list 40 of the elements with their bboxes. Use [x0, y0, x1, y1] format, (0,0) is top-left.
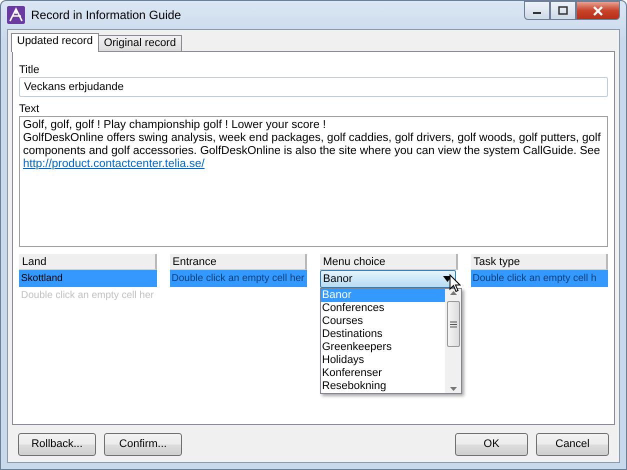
table-cell[interactable]: Double click an empty cell her — [170, 270, 307, 287]
dialog-button[interactable]: OK — [455, 433, 528, 456]
close-button[interactable] — [576, 1, 620, 20]
window-title: Record in Information Guide — [31, 7, 182, 24]
column-header[interactable]: Task type — [470, 254, 608, 270]
close-icon — [592, 6, 604, 16]
dropdown-option[interactable]: Courses — [321, 315, 445, 328]
combo-value: Banor — [323, 272, 352, 287]
dialog-button[interactable]: Rollback... — [18, 433, 96, 456]
title-input-field[interactable]: Veckans erbjudande — [19, 77, 608, 97]
column-header[interactable]: Land — [19, 254, 156, 270]
dropdown-option[interactable]: Konferenser — [321, 367, 445, 380]
column-header[interactable]: Entrance — [170, 254, 307, 270]
table-cell[interactable]: Double click an empty cell h — [470, 270, 608, 287]
table-cell[interactable]: Skottland — [19, 270, 156, 287]
dialog-button[interactable]: Cancel — [536, 433, 609, 456]
dropdown-option[interactable]: Resebokning — [321, 380, 445, 393]
grip-icon — [450, 320, 456, 328]
maximize-button[interactable] — [550, 1, 576, 20]
dropdown-option[interactable]: Destinations — [321, 328, 445, 341]
scrollbar[interactable] — [445, 289, 461, 393]
dropdown-option[interactable]: Conferences — [321, 302, 445, 315]
scroll-down-icon[interactable] — [450, 387, 456, 391]
text-paragraph: Golf, golf, golf ! Play championship golf ! Lower your score ! — [23, 119, 327, 132]
text-area-field[interactable] — [19, 116, 608, 247]
maximize-icon — [558, 6, 568, 15]
tab[interactable]: Original record — [98, 35, 182, 51]
minimize-button[interactable] — [524, 1, 550, 20]
dialog-button[interactable]: Confirm... — [104, 433, 182, 456]
dropdown-field[interactable]: Banor — [320, 270, 456, 288]
dropdown-option[interactable]: Greenkeepers — [321, 341, 445, 354]
field-label: Text — [19, 103, 40, 116]
scrollbar-thumb[interactable] — [446, 301, 460, 347]
text-paragraph: GolfDeskOnline offers swing analysis, week end packages, golf caddies, golf drivers, golf woods, golf putters, golf components and golf accessories. GolfDeskOnline is also the site where you can view the system CallGuide. See — [23, 132, 602, 158]
link[interactable]: http://product.contactcenter.telia.se/ — [23, 158, 205, 170]
tab[interactable]: Updated record — [11, 33, 99, 52]
column-header[interactable]: Menu choice — [320, 254, 458, 270]
field-label: Title — [19, 64, 40, 77]
dropdown-option[interactable]: Holidays — [321, 354, 445, 367]
app-logo-icon — [7, 6, 25, 24]
